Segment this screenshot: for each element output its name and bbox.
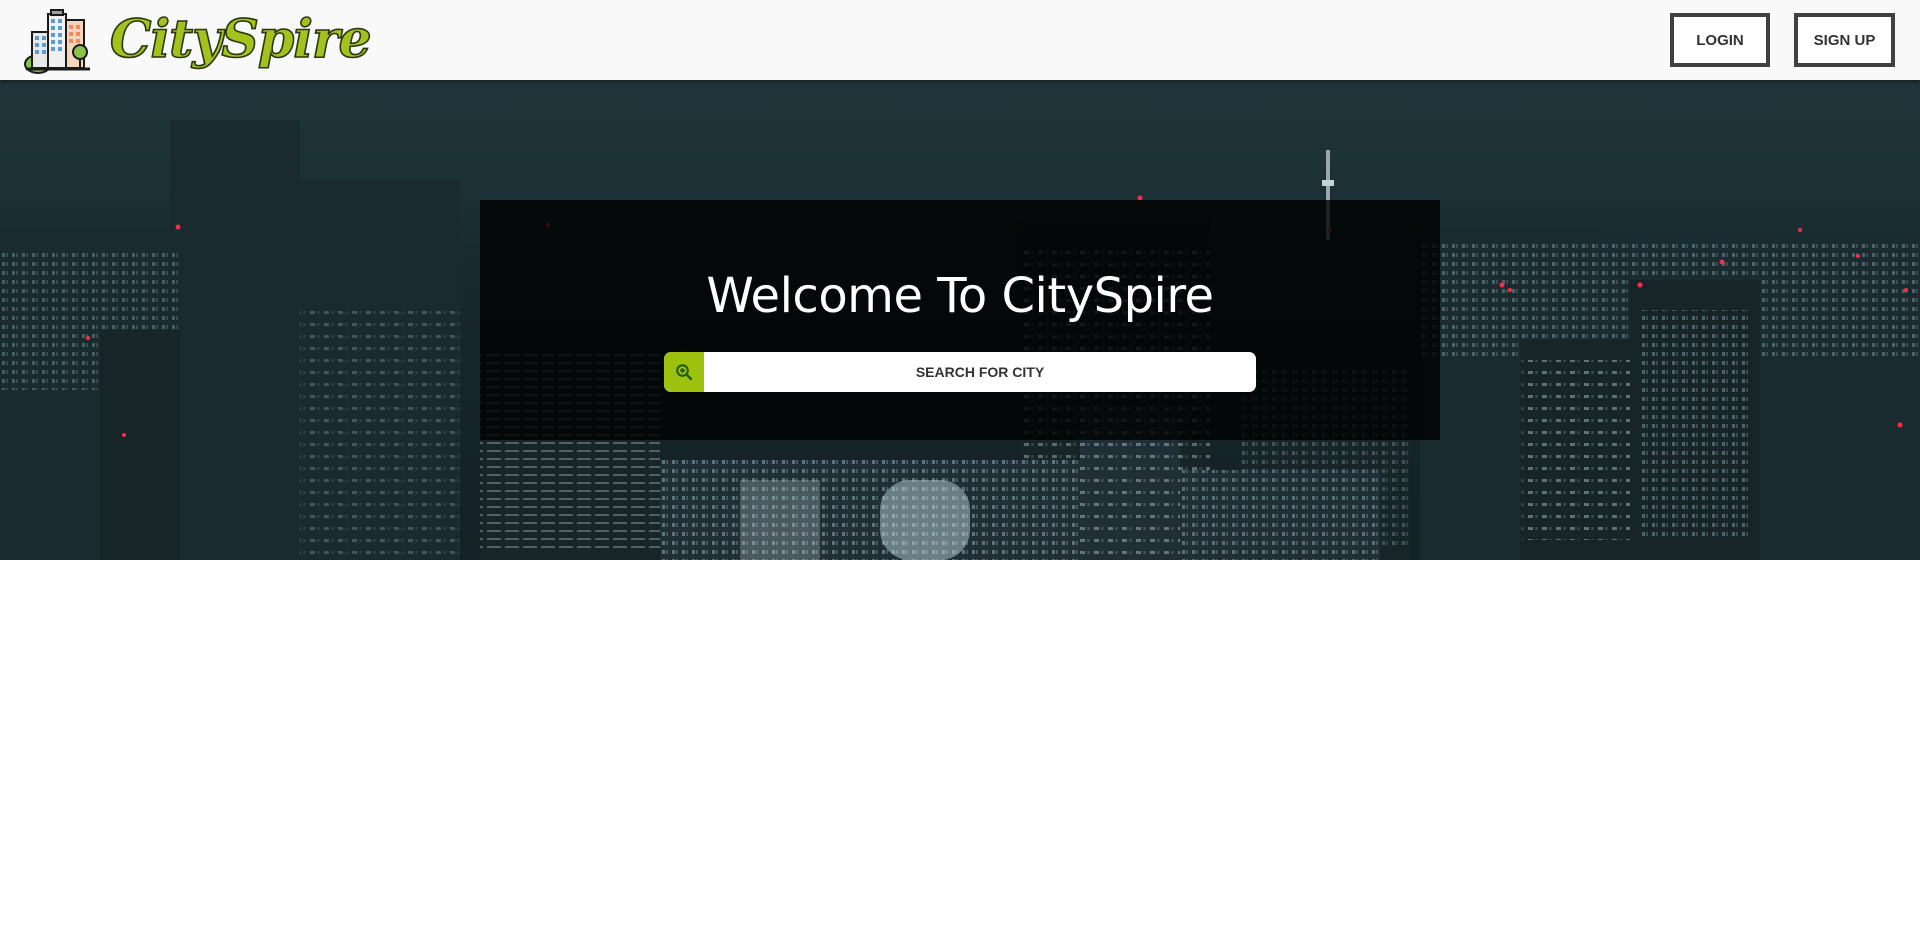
welcome-panel: Welcome To CitySpire [480, 200, 1440, 440]
top-nav-bar: CitySpire LOGIN SIGN UP [0, 0, 1920, 80]
signup-button[interactable]: SIGN UP [1794, 13, 1895, 67]
login-button[interactable]: LOGIN [1670, 13, 1770, 67]
city-search-input[interactable] [704, 352, 1256, 392]
home-logo-link[interactable]: CitySpire [24, 6, 372, 74]
hero-title: Welcome To CitySpire [706, 268, 1214, 324]
hero-banner: Welcome To CitySpire [0, 80, 1920, 560]
city-buildings-icon [24, 9, 90, 74]
city-search-bar [664, 352, 1256, 392]
logo-wordmark: CitySpire [109, 9, 372, 70]
search-button[interactable] [664, 352, 704, 392]
zoom-in-icon [676, 364, 693, 381]
